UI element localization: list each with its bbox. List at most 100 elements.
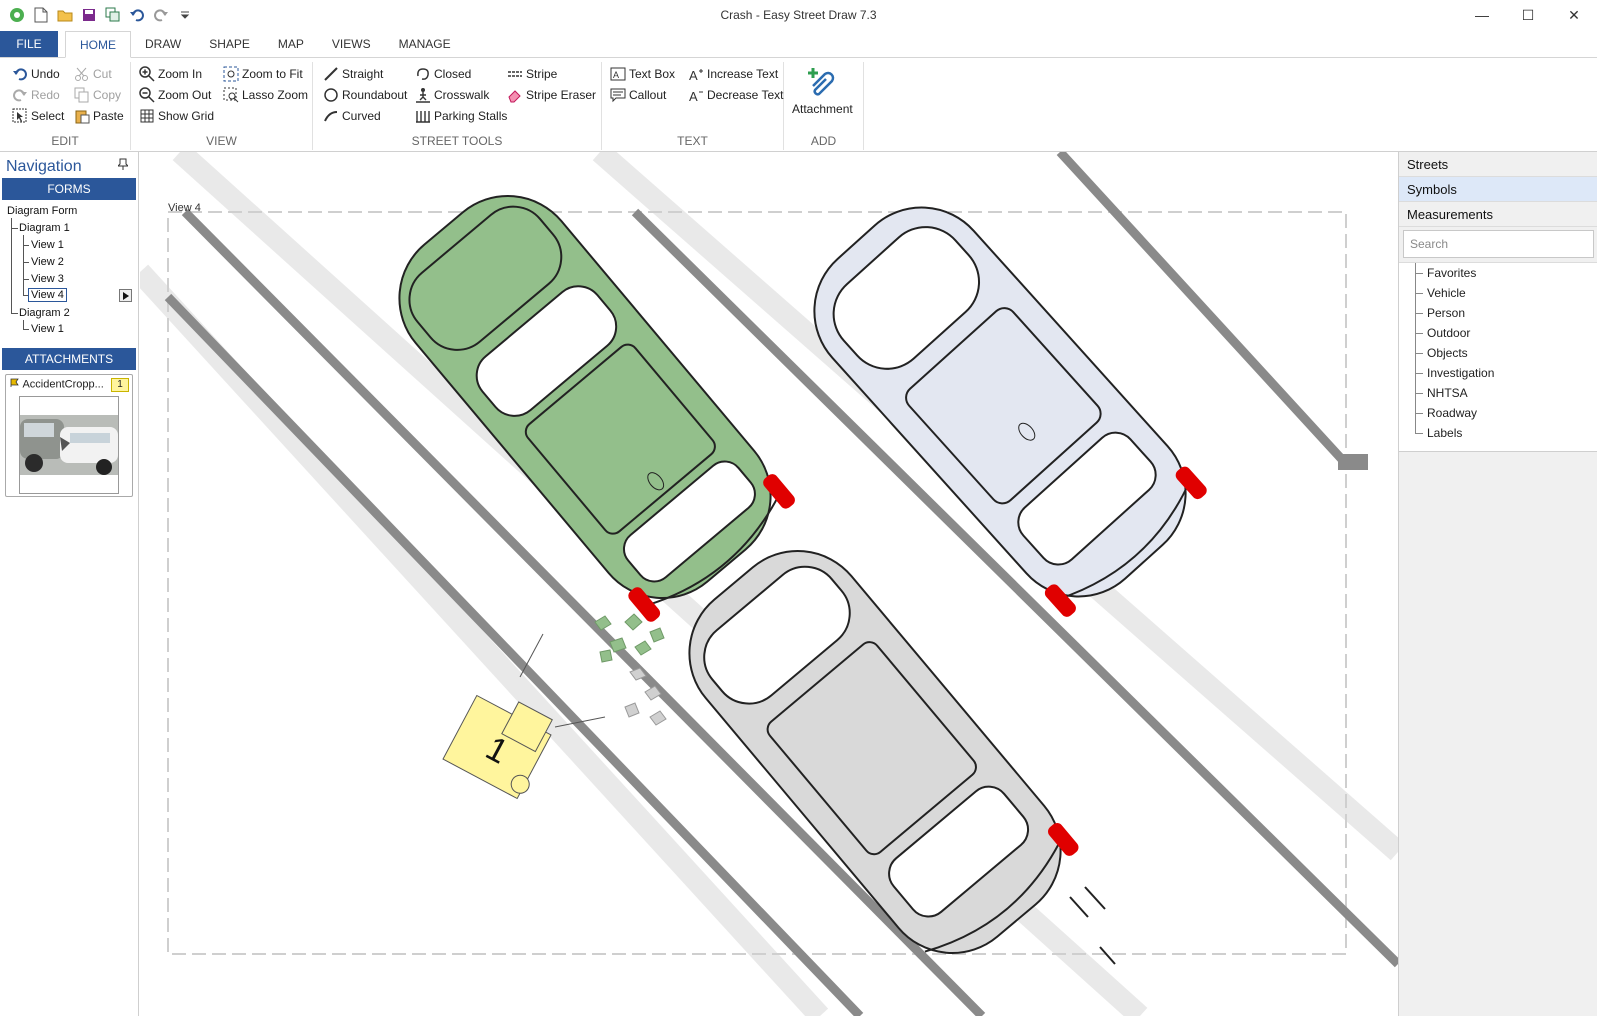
forms-header[interactable]: FORMS bbox=[2, 178, 136, 200]
expand-arrow-icon[interactable] bbox=[119, 289, 132, 302]
increase-text-label: Increase Text bbox=[707, 67, 779, 81]
road-edge-handle[interactable] bbox=[1338, 454, 1368, 470]
tree-connector bbox=[1415, 263, 1416, 433]
lasso-zoom-button[interactable]: Lasso Zoom bbox=[223, 85, 308, 105]
tree-connector bbox=[11, 313, 18, 314]
tab-map[interactable]: MAP bbox=[264, 31, 318, 57]
category-person[interactable]: Person bbox=[1427, 306, 1465, 320]
view-group-label: VIEW bbox=[206, 134, 237, 148]
tab-views[interactable]: VIEWS bbox=[318, 31, 385, 57]
close-button[interactable]: ✕ bbox=[1551, 0, 1597, 30]
minimize-button[interactable]: — bbox=[1459, 0, 1505, 30]
roundabout-button[interactable]: Roundabout bbox=[323, 85, 407, 105]
streets-header[interactable]: Streets bbox=[1399, 152, 1597, 177]
zoom-in-button[interactable]: Zoom In bbox=[139, 64, 202, 84]
diagram-svg[interactable]: 1 bbox=[140, 152, 1398, 1016]
drawing-canvas[interactable]: 1 View 4 bbox=[140, 152, 1398, 1016]
undo-icon bbox=[12, 66, 28, 82]
measurements-header[interactable]: Measurements bbox=[1399, 202, 1597, 227]
tree-d1-view-4[interactable]: View 4 bbox=[28, 288, 67, 302]
text-box-button[interactable]: A Text Box bbox=[610, 64, 675, 84]
category-objects[interactable]: Objects bbox=[1427, 346, 1468, 360]
text-box-label: Text Box bbox=[629, 67, 676, 81]
view-label: View 4 bbox=[168, 202, 201, 214]
open-folder-icon[interactable] bbox=[56, 6, 74, 24]
tree-connector bbox=[11, 228, 18, 229]
tab-file[interactable]: FILE bbox=[0, 31, 58, 57]
tab-manage[interactable]: MANAGE bbox=[385, 31, 465, 57]
stripe-button[interactable]: Stripe bbox=[507, 64, 557, 84]
straight-label: Straight bbox=[342, 67, 384, 81]
tab-draw[interactable]: DRAW bbox=[131, 31, 195, 57]
symbols-header[interactable]: Symbols bbox=[1399, 177, 1597, 202]
attachments-header[interactable]: ATTACHMENTS bbox=[2, 348, 136, 370]
category-labels[interactable]: Labels bbox=[1427, 426, 1462, 440]
zoom-out-button[interactable]: Zoom Out bbox=[139, 85, 211, 105]
street-tools-group-label: STREET TOOLS bbox=[411, 134, 503, 148]
tree-d1-view-3[interactable]: View 3 bbox=[31, 273, 64, 285]
select-button[interactable]: Select bbox=[12, 106, 64, 126]
text-box-icon: A bbox=[610, 66, 626, 82]
customize-toolbar-icon[interactable] bbox=[176, 6, 194, 24]
pin-icon[interactable] bbox=[116, 158, 130, 173]
undo-label: Undo bbox=[31, 67, 60, 81]
cut-button[interactable]: Cut bbox=[74, 64, 112, 84]
undo-icon[interactable] bbox=[128, 6, 146, 24]
tree-d2-view-1[interactable]: View 1 bbox=[31, 323, 64, 335]
curved-button[interactable]: Curved bbox=[323, 106, 381, 126]
symbol-search-input[interactable]: Search bbox=[1403, 230, 1594, 258]
maximize-button[interactable]: ☐ bbox=[1505, 0, 1551, 30]
app-window: Crash - Easy Street Draw 7.3 — ☐ ✕ FILE … bbox=[0, 0, 1597, 1016]
tree-diagram-form[interactable]: Diagram Form bbox=[7, 205, 77, 217]
category-outdoor[interactable]: Outdoor bbox=[1427, 326, 1470, 340]
tree-diagram-2[interactable]: Diagram 2 bbox=[19, 307, 70, 319]
group-text: A Text Box Callout A Increase Text A Dec… bbox=[602, 62, 784, 150]
closed-button[interactable]: Closed bbox=[415, 64, 471, 84]
decrease-text-label: Decrease Text bbox=[707, 88, 784, 102]
zoom-in-icon bbox=[139, 66, 155, 82]
stripe-eraser-button[interactable]: Stripe Eraser bbox=[507, 85, 596, 105]
undo-button[interactable]: Undo bbox=[12, 64, 60, 84]
attachment-filename: AccidentCropp... bbox=[22, 378, 104, 391]
tab-home[interactable]: HOME bbox=[65, 31, 131, 58]
ribbon-tabs: FILE HOME DRAW SHAPE MAP VIEWS MANAGE bbox=[0, 31, 1597, 58]
category-vehicle[interactable]: Vehicle bbox=[1427, 286, 1466, 300]
category-favorites[interactable]: Favorites bbox=[1427, 266, 1476, 280]
lasso-zoom-label: Lasso Zoom bbox=[242, 88, 309, 102]
save-icon[interactable] bbox=[80, 6, 98, 24]
lasso-zoom-icon bbox=[223, 87, 239, 103]
group-edit: Undo Redo Select Cut Copy Paste EDIT bbox=[0, 62, 131, 150]
callout-button[interactable]: Callout bbox=[610, 85, 666, 105]
callout-icon bbox=[610, 87, 626, 103]
increase-text-button[interactable]: A Increase Text bbox=[688, 64, 778, 84]
attachment-button[interactable]: Attachment bbox=[792, 64, 853, 120]
crosswalk-button[interactable]: Crosswalk bbox=[415, 85, 489, 105]
zoom-to-fit-label: Zoom to Fit bbox=[242, 67, 303, 81]
vehicle-green[interactable] bbox=[370, 167, 800, 627]
paste-button[interactable]: Paste bbox=[74, 106, 124, 126]
new-file-icon[interactable] bbox=[32, 6, 50, 24]
show-grid-button[interactable]: Show Grid bbox=[139, 106, 214, 126]
redo-button[interactable]: Redo bbox=[12, 85, 60, 105]
copy-button[interactable]: Copy bbox=[74, 85, 121, 105]
evidence-marker[interactable]: 1 bbox=[442, 633, 606, 801]
straight-button[interactable]: Straight bbox=[323, 64, 383, 84]
tree-d1-view-1[interactable]: View 1 bbox=[31, 239, 64, 251]
select-icon bbox=[12, 108, 28, 124]
redo-icon[interactable] bbox=[152, 6, 170, 24]
increase-text-icon: A bbox=[688, 66, 704, 82]
copy-window-icon[interactable] bbox=[104, 6, 122, 24]
decrease-text-button[interactable]: A Decrease Text bbox=[688, 85, 783, 105]
attachment-card[interactable]: AccidentCropp... 1 bbox=[5, 374, 133, 497]
text-group-label: TEXT bbox=[677, 134, 708, 148]
zoom-to-fit-button[interactable]: Zoom to Fit bbox=[223, 64, 303, 84]
category-nhtsa[interactable]: NHTSA bbox=[1427, 386, 1468, 400]
category-investigation[interactable]: Investigation bbox=[1427, 366, 1494, 380]
tree-d1-view-2[interactable]: View 2 bbox=[31, 256, 64, 268]
tab-shape[interactable]: SHAPE bbox=[195, 31, 264, 57]
parking-stalls-button[interactable]: Parking Stalls bbox=[415, 106, 507, 126]
tree-diagram-1[interactable]: Diagram 1 bbox=[19, 222, 70, 234]
tree-connector bbox=[23, 235, 24, 295]
category-roadway[interactable]: Roadway bbox=[1427, 406, 1477, 420]
zoom-in-label: Zoom In bbox=[158, 67, 203, 81]
